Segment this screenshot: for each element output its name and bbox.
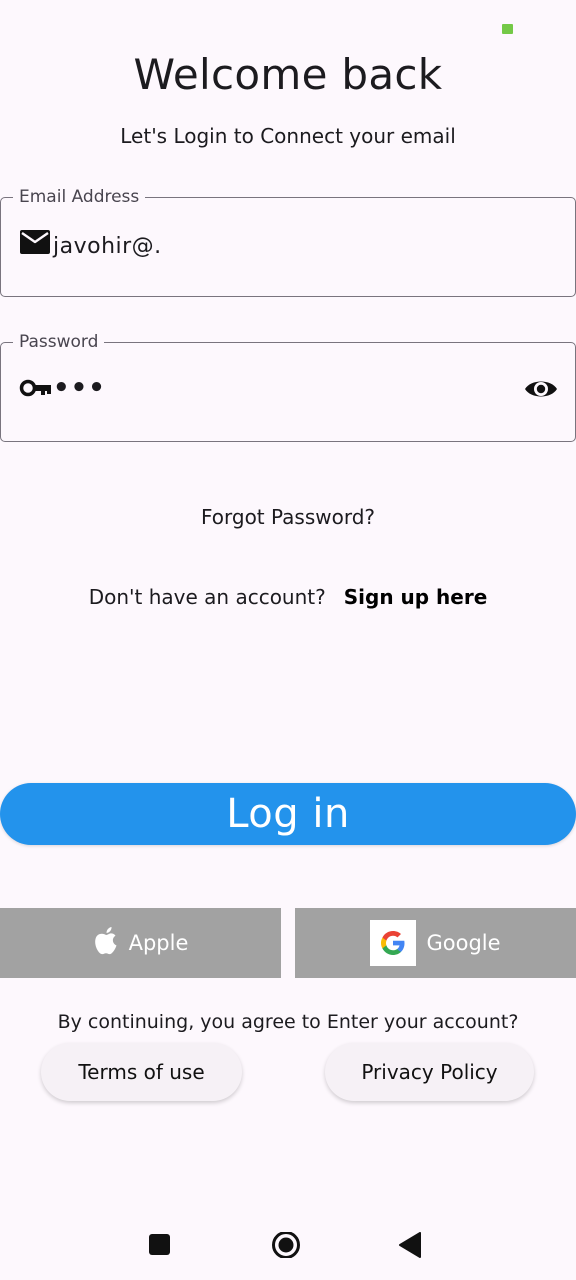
square-icon[interactable]: [148, 1232, 172, 1260]
password-input[interactable]: •••: [53, 373, 106, 403]
email-field-label: Email Address: [13, 186, 146, 208]
eye-icon[interactable]: [523, 371, 559, 407]
email-input[interactable]: javohir@.: [53, 234, 162, 259]
forgot-password-link[interactable]: Forgot Password?: [0, 505, 576, 529]
page-title: Welcome back: [133, 50, 443, 99]
mail-icon: [19, 228, 53, 258]
google-label: Google: [426, 931, 501, 955]
email-field[interactable]: Email Address javohir@.: [0, 186, 576, 297]
signup-link[interactable]: Sign up here: [344, 585, 488, 609]
login-button-label: Log in: [226, 791, 350, 837]
privacy-label: Privacy Policy: [361, 1060, 498, 1084]
battery-icon: [502, 24, 513, 34]
password-field[interactable]: Password •••: [0, 331, 576, 442]
signup-prompt: Don't have an account?: [88, 585, 326, 609]
page-subtitle: Let's Login to Connect your email: [120, 124, 456, 148]
agreement-text: By continuing, you agree to Enter your a…: [57, 1011, 519, 1033]
password-field-label: Password: [13, 331, 105, 353]
status-bar: [0, 0, 576, 52]
apple-login-button[interactable]: Apple: [0, 908, 281, 978]
terms-label: Terms of use: [78, 1060, 205, 1084]
google-icon: [370, 920, 417, 966]
login-screen: Welcome back Let's Login to Connect your…: [0, 0, 576, 1280]
terms-button[interactable]: Terms of use: [41, 1043, 242, 1101]
circle-icon[interactable]: [270, 1231, 302, 1262]
privacy-button[interactable]: Privacy Policy: [325, 1043, 534, 1101]
navigation-bar: [0, 1210, 576, 1280]
login-button[interactable]: Log in: [0, 783, 576, 845]
google-login-button[interactable]: Google: [295, 908, 576, 978]
apple-label: Apple: [128, 931, 189, 955]
key-icon: [19, 373, 53, 403]
signup-row: Don't have an account? Sign up here: [0, 585, 576, 609]
triangle-back-icon[interactable]: [398, 1232, 422, 1262]
apple-icon: [93, 926, 119, 961]
